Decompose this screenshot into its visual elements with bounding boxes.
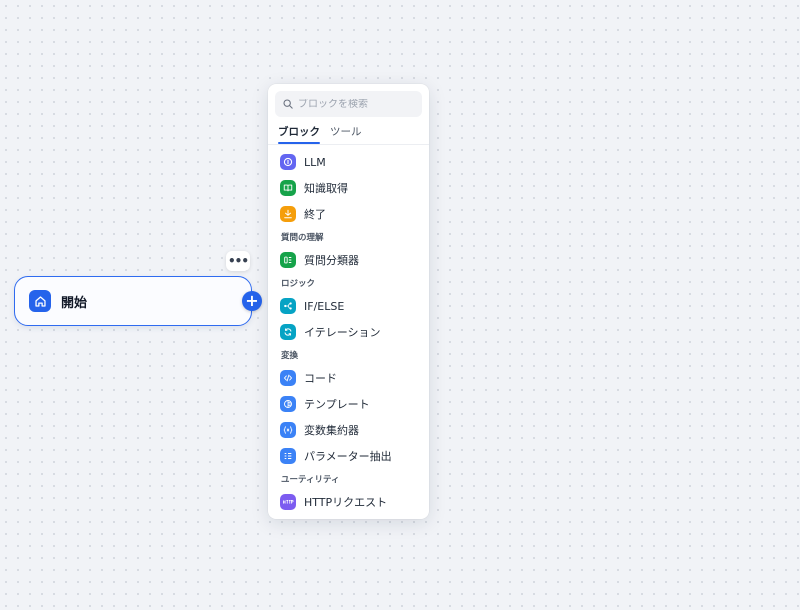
- variable-icon: [280, 422, 296, 438]
- block-item-if-else[interactable]: IF/ELSE: [268, 293, 429, 319]
- block-item-label: IF/ELSE: [304, 299, 345, 313]
- add-node-button[interactable]: +: [242, 291, 262, 311]
- template-icon: [280, 396, 296, 412]
- block-item-knowledge[interactable]: 知識取得: [268, 175, 429, 201]
- block-item-question-classifier[interactable]: 質問分類器: [268, 247, 429, 273]
- section-header-utility: ユーティリティ: [281, 475, 340, 485]
- branch-icon: [280, 298, 296, 314]
- search-icon: [283, 99, 293, 109]
- block-item-label: LLM: [304, 155, 326, 169]
- loop-icon: [280, 324, 296, 340]
- code-icon: [280, 370, 296, 386]
- question-classifier-icon: [280, 252, 296, 268]
- tab-tools[interactable]: ツール: [330, 122, 362, 143]
- block-item-label: 変数集約器: [304, 424, 359, 437]
- block-item-label: イテレーション: [304, 326, 381, 339]
- block-list: LLM 知識取得 終了 質問の理解 質問分類器 ロジック IF/ELSE イテレ…: [268, 149, 429, 515]
- block-item-label: テンプレート: [304, 398, 370, 411]
- block-item-label: 終了: [304, 208, 326, 221]
- block-item-label: コード: [304, 372, 337, 385]
- block-item-template[interactable]: テンプレート: [268, 391, 429, 417]
- section-header-transform: 変換: [281, 351, 299, 361]
- block-item-label: HTTPリクエスト: [304, 496, 388, 509]
- section-header-question: 質問の理解: [281, 233, 324, 243]
- node-more-button[interactable]: •••: [226, 251, 250, 271]
- start-node[interactable]: 開始: [14, 276, 252, 326]
- home-icon: [29, 290, 51, 312]
- llm-icon: [280, 154, 296, 170]
- start-node-title: 開始: [61, 295, 88, 311]
- search-input[interactable]: [298, 98, 408, 110]
- section-header-logic: ロジック: [281, 279, 316, 289]
- http-icon: [280, 494, 296, 510]
- block-item-code[interactable]: コード: [268, 365, 429, 391]
- knowledge-book-icon: [280, 180, 296, 196]
- block-item-label: 質問分類器: [304, 254, 359, 267]
- tab-blocks[interactable]: ブロック: [278, 122, 320, 144]
- block-item-llm[interactable]: LLM: [268, 149, 429, 175]
- workflow-canvas[interactable]: ••• 開始 + ブロック ツール LLM: [0, 0, 800, 610]
- parameter-extract-icon: [280, 448, 296, 464]
- block-selector-panel: ブロック ツール LLM 知識取得 終了 質問: [268, 84, 429, 519]
- search-box[interactable]: [275, 91, 422, 117]
- block-item-label: パラメーター抽出: [304, 450, 392, 463]
- block-item-end[interactable]: 終了: [268, 201, 429, 227]
- end-flag-icon: [280, 206, 296, 222]
- block-item-iteration[interactable]: イテレーション: [268, 319, 429, 345]
- block-item-http-request[interactable]: HTTPリクエスト: [268, 489, 429, 515]
- block-item-label: 知識取得: [304, 182, 348, 195]
- block-item-variable-aggregator[interactable]: 変数集約器: [268, 417, 429, 443]
- panel-tabs: ブロック ツール: [268, 122, 429, 145]
- block-item-parameter-extractor[interactable]: パラメーター抽出: [268, 443, 429, 469]
